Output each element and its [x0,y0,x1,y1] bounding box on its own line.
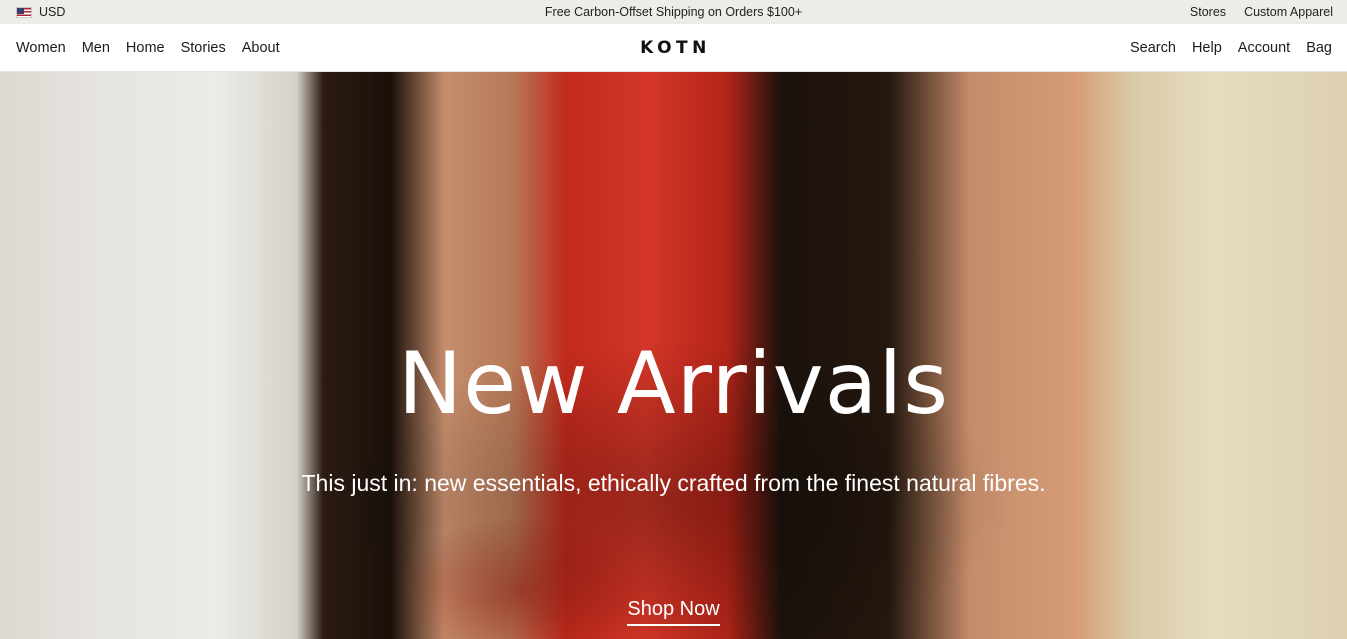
announcement-bar: USD Free Carbon-Offset Shipping on Order… [0,0,1347,24]
utility-links: Stores Custom Apparel [1190,0,1333,24]
nav-stories[interactable]: Stories [181,40,226,56]
brand-logo[interactable]: KOTN [636,38,711,58]
currency-selector[interactable]: USD [16,0,65,24]
nav-help[interactable]: Help [1192,40,1222,56]
nav-men[interactable]: Men [82,40,110,56]
nav-home[interactable]: Home [126,40,165,56]
nav-about[interactable]: About [242,40,280,56]
account-nav: Search Help Account Bag [1130,24,1332,71]
us-flag-icon [16,6,32,18]
stores-link[interactable]: Stores [1190,5,1226,19]
hero-title: New Arrivals [397,334,950,434]
custom-apparel-link[interactable]: Custom Apparel [1244,5,1333,19]
promo-text: Free Carbon-Offset Shipping on Orders $1… [544,5,803,19]
main-nav: Women Men Home Stories About KOTN Search… [0,24,1347,72]
hero-subtitle: This just in: new essentials, ethically … [301,470,1046,496]
nav-account[interactable]: Account [1238,40,1290,56]
hero-banner: New Arrivals This just in: new essential… [0,72,1347,639]
primary-nav: Women Men Home Stories About [16,24,280,71]
currency-label: USD [39,5,66,19]
shop-now-link[interactable]: Shop Now [627,598,720,626]
nav-search[interactable]: Search [1130,40,1176,56]
nav-women[interactable]: Women [16,40,66,56]
nav-bag[interactable]: Bag [1306,40,1332,56]
